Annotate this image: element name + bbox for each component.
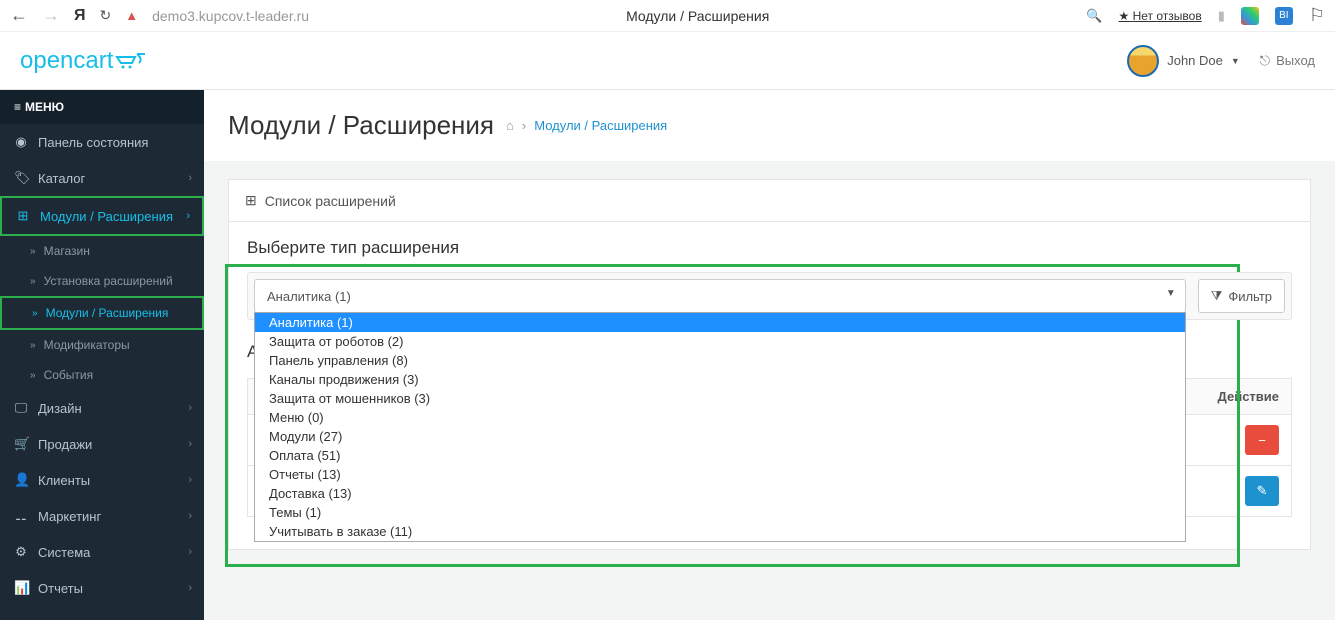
page-title: Модули / Расширения: [228, 110, 494, 141]
chevron-right-icon: ›: [188, 582, 192, 594]
chart-icon: 📊: [14, 580, 28, 596]
user-name: John Doe: [1167, 53, 1223, 68]
extension-type-select[interactable]: Аналитика (1): [254, 279, 1186, 313]
pencil-icon: ✎: [1257, 483, 1268, 499]
sidebar-sub-installer[interactable]: » Установка расширений: [0, 266, 204, 296]
dropdown-option[interactable]: Меню (0): [255, 408, 1185, 427]
sidebar-sub-modifications[interactable]: » Модификаторы: [0, 330, 204, 360]
url-text[interactable]: demo3.kupcov.t-leader.ru: [152, 8, 309, 24]
sidebar-item-reports[interactable]: 📊 Отчеты ›: [0, 570, 204, 606]
dropdown-option[interactable]: Учитывать в заказе (11): [255, 522, 1185, 541]
insecure-icon: ▲: [125, 8, 138, 23]
filter-button[interactable]: ⧩ Фильтр: [1198, 279, 1285, 313]
ext-icon-1[interactable]: [1241, 7, 1259, 25]
sub-chevron-icon: »: [30, 246, 36, 257]
sub-chevron-icon: »: [30, 370, 36, 381]
page-header: Модули / Расширения ⌂ › Модули / Расшире…: [204, 90, 1335, 161]
yandex-icon[interactable]: Я: [74, 7, 86, 25]
dropdown-option[interactable]: Защита от роботов (2): [255, 332, 1185, 351]
dropdown-option[interactable]: Отчеты (13): [255, 465, 1185, 484]
breadcrumb: ⌂ › Модули / Расширения: [506, 118, 667, 133]
sidebar-item-sales[interactable]: 🛒 Продажи ›: [0, 426, 204, 462]
extension-type-dropdown: Аналитика (1)Защита от роботов (2)Панель…: [254, 312, 1186, 542]
bookmark-icon[interactable]: ▮: [1218, 8, 1225, 24]
sidebar-item-customers[interactable]: 👤 Клиенты ›: [0, 462, 204, 498]
sidebar-item-dashboard[interactable]: ◉ Панель состояния: [0, 124, 204, 160]
desktop-icon: 🖵: [14, 400, 28, 416]
dropdown-option[interactable]: Каналы продвижения (3): [255, 370, 1185, 389]
extension-type-select-wrap: Аналитика (1) ▼ Аналитика (1)Защита от р…: [254, 279, 1186, 313]
tab-title: Модули / Расширения: [323, 8, 1072, 24]
logo[interactable]: opencart: [20, 47, 147, 75]
dropdown-option[interactable]: Оплата (51): [255, 446, 1185, 465]
cart-icon: 🛒: [14, 436, 28, 452]
logout-button[interactable]: ⎋ Выход: [1260, 53, 1315, 69]
sidebar-sub-extensions[interactable]: » Модули / Расширения: [2, 298, 202, 328]
dropdown-option[interactable]: Защита от мошенников (3): [255, 389, 1185, 408]
reviews-link[interactable]: ★ Нет отзывов: [1119, 9, 1202, 23]
chevron-right-icon: ›: [188, 402, 192, 414]
sidebar: ≡ МЕНЮ ◉ Панель состояния 🏷 Каталог › ⊞ …: [0, 90, 204, 620]
sidebar-sub-events[interactable]: » События: [0, 360, 204, 390]
chevron-right-icon: ›: [188, 438, 192, 450]
browser-toolbar: ← → Я ↻ ▲ demo3.kupcov.t-leader.ru Модул…: [0, 0, 1335, 32]
sidebar-item-marketing[interactable]: ⚋ Маркетинг ›: [0, 498, 204, 534]
logout-icon: ⎋: [1260, 53, 1270, 69]
puzzle-icon: ⊞: [16, 208, 30, 224]
filter-icon: ⧩: [1211, 288, 1223, 304]
sidebar-sub-marketplace[interactable]: » Магазин: [0, 236, 204, 266]
chevron-right-icon: ›: [188, 510, 192, 522]
sub-chevron-icon: »: [32, 308, 38, 319]
chevron-right-icon: ›: [188, 172, 192, 184]
sidebar-item-system[interactable]: ⚙ Система ›: [0, 534, 204, 570]
sub-chevron-icon: »: [30, 276, 36, 287]
dropdown-option[interactable]: Модули (27): [255, 427, 1185, 446]
menu-icon: ≡: [14, 100, 21, 114]
search-icon[interactable]: 🔍: [1086, 8, 1102, 24]
panel-header: ⊞ Список расширений: [229, 180, 1310, 222]
home-icon[interactable]: ⌂: [506, 118, 514, 133]
puzzle-icon: ⊞: [245, 192, 257, 209]
app-header: opencart John Doe ▼ ⎋ Выход: [0, 32, 1335, 90]
sidebar-item-extensions[interactable]: ⊞ Модули / Расширения ›: [2, 198, 202, 234]
menu-header[interactable]: ≡ МЕНЮ: [0, 90, 204, 124]
gear-icon: ⚙: [14, 544, 28, 560]
user-icon: 👤: [14, 472, 28, 488]
breadcrumb-link[interactable]: Модули / Расширения: [534, 118, 667, 133]
forward-icon[interactable]: →: [42, 5, 60, 26]
delete-button[interactable]: −: [1245, 425, 1279, 455]
dashboard-icon: ◉: [14, 134, 28, 150]
ext-icon-2[interactable]: BI: [1275, 7, 1293, 25]
minus-icon: −: [1258, 433, 1266, 448]
dropdown-option[interactable]: Аналитика (1): [255, 313, 1185, 332]
main-content: Модули / Расширения ⌂ › Модули / Расшире…: [204, 90, 1335, 620]
tag-icon: 🏷: [14, 170, 28, 186]
sub-chevron-icon: »: [30, 340, 36, 351]
ext-icon-3[interactable]: ⚐: [1309, 5, 1325, 26]
reload-icon[interactable]: ↻: [100, 7, 112, 24]
section-title: Выберите тип расширения: [247, 238, 1292, 258]
user-menu[interactable]: John Doe ▼: [1127, 45, 1240, 77]
sidebar-item-design[interactable]: 🖵 Дизайн ›: [0, 390, 204, 426]
chevron-right-icon: ›: [188, 546, 192, 558]
dropdown-option[interactable]: Темы (1): [255, 503, 1185, 522]
avatar: [1127, 45, 1159, 77]
back-icon[interactable]: ←: [10, 5, 28, 26]
chevron-right-icon: ›: [188, 474, 192, 486]
share-icon: ⚋: [14, 508, 28, 524]
edit-button[interactable]: ✎: [1245, 476, 1279, 506]
sidebar-item-catalog[interactable]: 🏷 Каталог ›: [0, 160, 204, 196]
caret-down-icon: ▼: [1231, 56, 1240, 66]
chevron-right-icon: ›: [186, 210, 190, 222]
dropdown-option[interactable]: Панель управления (8): [255, 351, 1185, 370]
extensions-panel: ⊞ Список расширений Выберите тип расшире…: [228, 179, 1311, 550]
dropdown-option[interactable]: Доставка (13): [255, 484, 1185, 503]
